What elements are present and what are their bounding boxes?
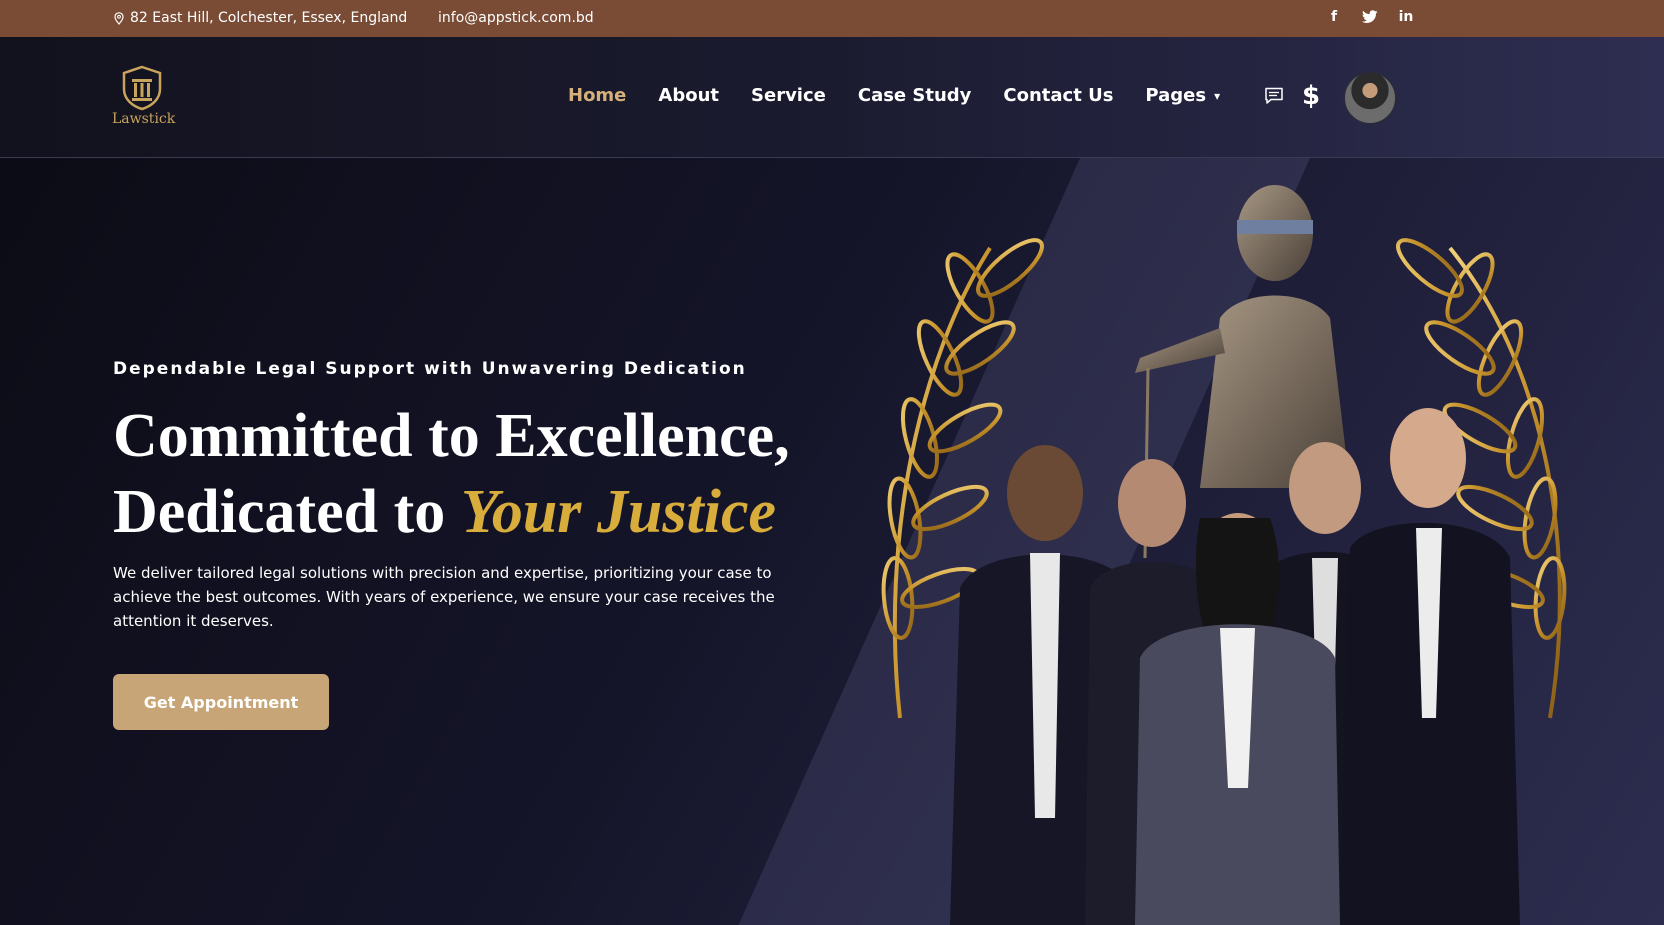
get-appointment-button[interactable]: Get Appointment xyxy=(113,674,329,730)
hero-title-line1: Committed to Excellence, xyxy=(113,402,790,470)
shield-pillar-icon xyxy=(122,65,162,111)
address-text: 82 East Hill, Colchester, Essex, England xyxy=(130,10,408,26)
nav-about[interactable]: About xyxy=(658,85,719,106)
site-header: Lawstick Home About Service Case Study C… xyxy=(0,37,1664,158)
header-actions: $ xyxy=(1264,83,1320,109)
linkedin-icon[interactable]: in xyxy=(1398,9,1414,25)
avatar[interactable] xyxy=(1343,71,1397,125)
social-links: f in xyxy=(1326,9,1414,25)
hero-section: Dependable Legal Support with Unwavering… xyxy=(0,158,1664,925)
hero-title-accent: Your Justice xyxy=(460,478,777,546)
hero-title: Committed to Excellence, Dedicated to Yo… xyxy=(113,398,790,550)
twitter-icon[interactable] xyxy=(1362,10,1378,24)
main-nav: Home About Service Case Study Contact Us… xyxy=(568,85,1220,106)
facebook-icon[interactable]: f xyxy=(1326,9,1342,25)
nav-case-study[interactable]: Case Study xyxy=(858,85,972,106)
chevron-down-icon: ▾ xyxy=(1214,88,1221,103)
hero-title-line2-prefix: Dedicated to xyxy=(113,478,461,546)
location-pin-icon xyxy=(114,11,124,25)
team-justice-illustration xyxy=(881,185,1567,925)
logo-text: Lawstick xyxy=(112,111,176,127)
address: 82 East Hill, Colchester, Essex, England xyxy=(114,10,407,26)
nav-pages[interactable]: Pages ▾ xyxy=(1145,85,1220,106)
nav-service[interactable]: Service xyxy=(751,85,826,106)
hero-description: We deliver tailored legal solutions with… xyxy=(113,564,775,630)
nav-contact-us[interactable]: Contact Us xyxy=(1003,85,1113,106)
logo[interactable]: Lawstick xyxy=(112,65,176,129)
dollar-icon[interactable]: $ xyxy=(1302,83,1320,109)
chat-icon[interactable] xyxy=(1264,87,1284,105)
nav-home[interactable]: Home xyxy=(568,85,626,106)
email-link[interactable]: info@appstick.com.bd xyxy=(438,10,594,26)
nav-pages-label: Pages xyxy=(1145,85,1207,106)
hero-tagline: Dependable Legal Support with Unwavering… xyxy=(113,359,747,379)
top-bar: 82 East Hill, Colchester, Essex, England… xyxy=(0,0,1664,37)
